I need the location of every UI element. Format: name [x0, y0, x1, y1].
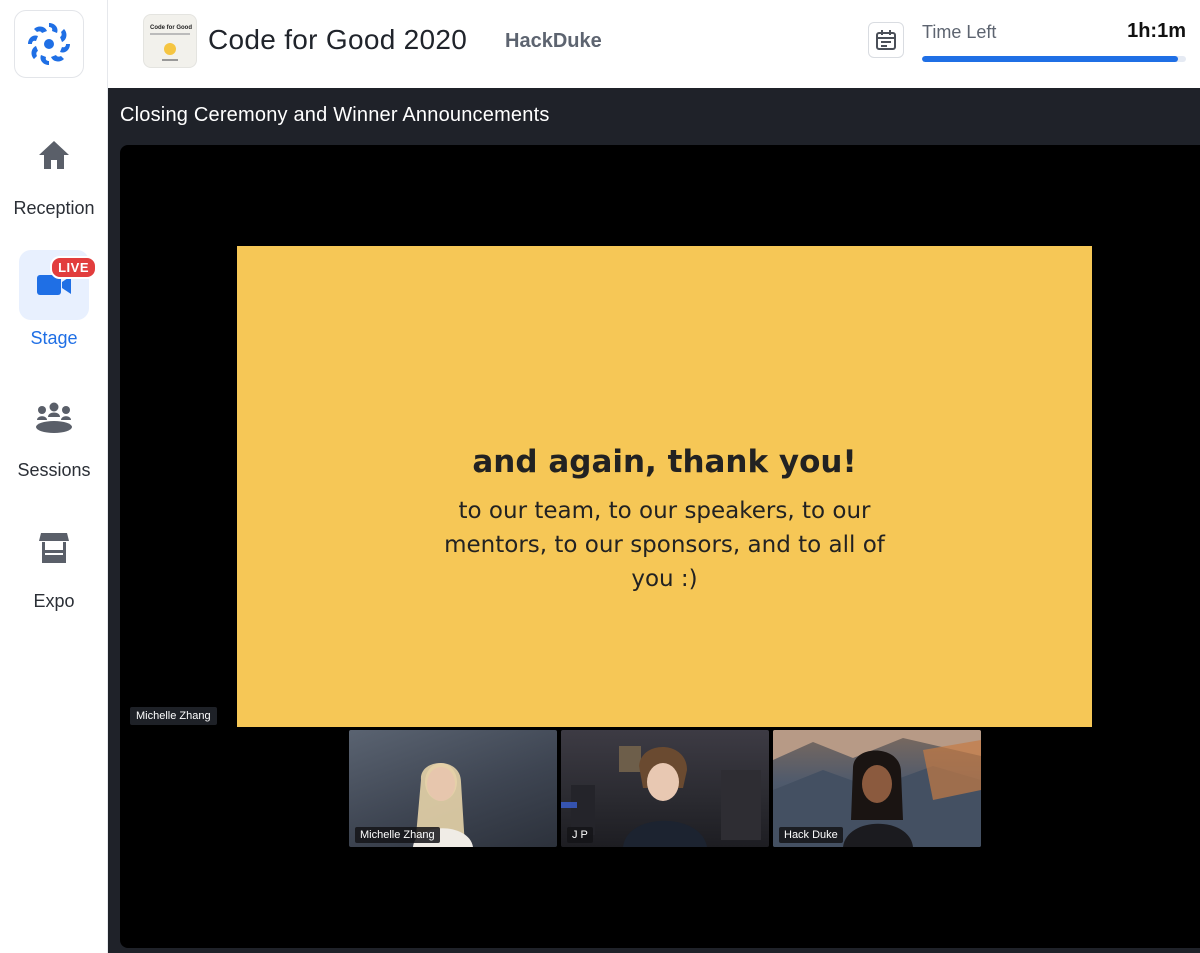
video-camera-icon: LIVE [19, 250, 97, 320]
sidebar-item-label: Expo [33, 591, 75, 611]
participant-name: J P [567, 827, 593, 843]
thumb-subline [150, 33, 190, 35]
time-left-label: Time Left [922, 22, 997, 42]
participant-name: Hack Duke [779, 827, 843, 843]
sidebar: Reception LIVE Stage Sessions Expo [0, 0, 108, 953]
stage-area: Closing Ceremony and Winner Announcement… [108, 88, 1200, 953]
thumb-footline [162, 59, 178, 61]
sidebar-item-reception[interactable]: Reception [0, 120, 108, 219]
thumb-dot [164, 43, 176, 55]
time-progress-fill [922, 56, 1179, 62]
shared-slide: and again, thank you! to our team, to ou… [237, 246, 1092, 727]
time-progress-bar [922, 56, 1186, 62]
sidebar-item-sessions[interactable]: Sessions [0, 382, 108, 481]
participant-name: Michelle Zhang [355, 827, 440, 843]
organizer-name: HackDuke [505, 30, 602, 52]
active-speaker-tag: Michelle Zhang [130, 707, 217, 725]
event-thumbnail[interactable]: Code for Good [143, 14, 197, 68]
sidebar-item-label: Reception [13, 198, 95, 218]
sidebar-item-label: Sessions [17, 460, 91, 480]
time-left-value: 1h:1m [1127, 20, 1186, 42]
spiral-logo-icon [28, 23, 70, 65]
slide-body: to our team, to our speakers, to our men… [444, 498, 885, 592]
app-logo[interactable] [14, 10, 84, 78]
booth-icon [19, 513, 89, 583]
calendar-button[interactable] [868, 22, 904, 58]
sidebar-item-label: Stage [30, 328, 78, 348]
participant-tile[interactable]: Michelle Zhang [349, 730, 557, 847]
sidebar-item-expo[interactable]: Expo [0, 513, 108, 612]
calendar-icon [876, 30, 896, 50]
top-header: Code for Good Code for Good 2020 HackDuk… [108, 0, 1200, 88]
stage-title: Closing Ceremony and Winner Announcement… [120, 104, 550, 126]
slide-heading: and again, thank you! [472, 444, 857, 480]
video-player[interactable]: and again, thank you! to our team, to ou… [120, 145, 1200, 948]
participant-tile[interactable]: Hack Duke [773, 730, 981, 847]
participant-tile[interactable]: J P [561, 730, 769, 847]
sidebar-item-stage[interactable]: LIVE Stage [0, 250, 108, 349]
people-group-icon [19, 382, 89, 452]
home-icon [19, 120, 89, 190]
thumb-title: Code for Good [150, 25, 192, 31]
event-title: Code for Good 2020 [208, 24, 468, 55]
live-badge: LIVE [50, 256, 97, 279]
